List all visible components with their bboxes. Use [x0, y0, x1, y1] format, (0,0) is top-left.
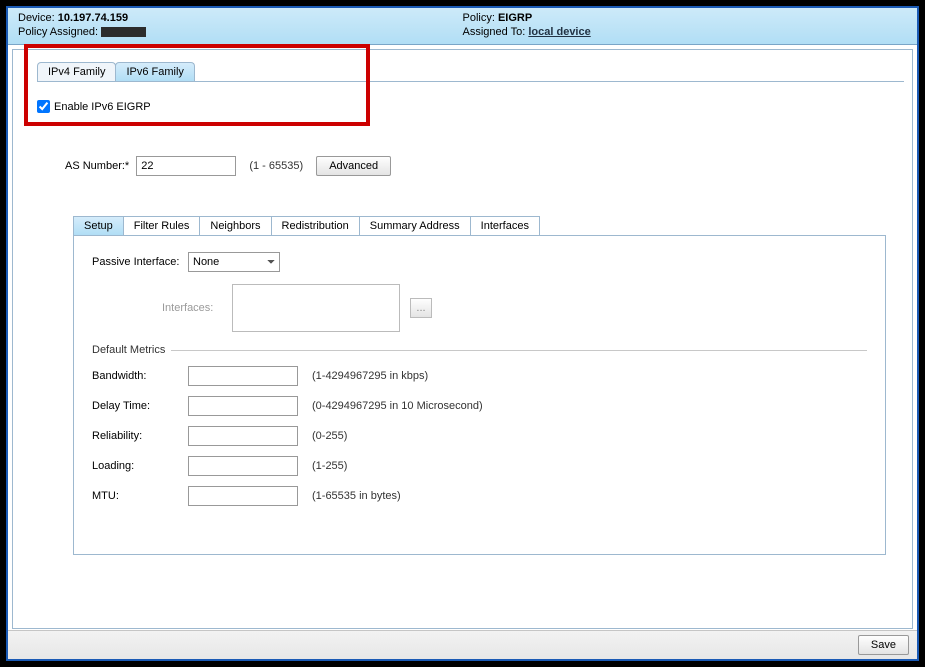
- bandwidth-label: Bandwidth:: [92, 370, 188, 382]
- header-right: Policy: EIGRP Assigned To: local device: [463, 12, 908, 40]
- footer-bar: Save: [8, 630, 917, 659]
- reliability-row: Reliability: (0-255): [92, 426, 867, 446]
- loading-input[interactable]: [188, 456, 298, 476]
- mtu-row: MTU: (1-65535 in bytes): [92, 486, 867, 506]
- tab-interfaces[interactable]: Interfaces: [470, 216, 540, 235]
- tab-ipv4-family[interactable]: IPv4 Family: [37, 62, 116, 81]
- enable-ipv6-checkbox[interactable]: [37, 100, 50, 113]
- tab-filter-rules[interactable]: Filter Rules: [123, 216, 201, 235]
- reliability-label: Reliability:: [92, 430, 188, 442]
- save-button[interactable]: Save: [858, 635, 909, 655]
- reliability-input[interactable]: [188, 426, 298, 446]
- policy-assigned-value-obscured: [101, 27, 146, 37]
- reliability-hint: (0-255): [312, 430, 347, 442]
- main-scroll-area[interactable]: IPv4 Family IPv6 Family Enable IPv6 EIGR…: [8, 45, 917, 630]
- tab-summary-address[interactable]: Summary Address: [359, 216, 471, 235]
- device-value: 10.197.74.159: [58, 12, 128, 24]
- tab-neighbors[interactable]: Neighbors: [199, 216, 271, 235]
- as-number-input[interactable]: [136, 156, 236, 176]
- sub-tabstrip: Setup Filter Rules Neighbors Redistribut…: [73, 216, 912, 235]
- bandwidth-hint: (1-4294967295 in kbps): [312, 370, 428, 382]
- bandwidth-row: Bandwidth: (1-4294967295 in kbps): [92, 366, 867, 386]
- default-metrics-title: Default Metrics: [92, 344, 165, 356]
- as-number-row: AS Number:* (1 - 65535) Advanced: [65, 156, 912, 176]
- default-metrics-header: Default Metrics: [92, 344, 867, 356]
- policy-label: Policy:: [463, 12, 495, 24]
- loading-hint: (1-255): [312, 460, 347, 472]
- passive-interface-select[interactable]: None: [188, 252, 280, 272]
- delay-row: Delay Time: (0-4294967295 in 10 Microsec…: [92, 396, 867, 416]
- app-frame: Device: 10.197.74.159 Policy Assigned: P…: [6, 6, 919, 661]
- loading-row: Loading: (1-255): [92, 456, 867, 476]
- passive-interface-row: Passive Interface: None: [92, 252, 867, 272]
- tab-ipv6-family[interactable]: IPv6 Family: [115, 62, 194, 81]
- passive-interface-label: Passive Interface:: [92, 256, 188, 268]
- as-number-range: (1 - 65535): [249, 160, 303, 172]
- content-panel: IPv4 Family IPv6 Family Enable IPv6 EIGR…: [12, 49, 913, 629]
- mtu-input[interactable]: [188, 486, 298, 506]
- interfaces-listbox: [232, 284, 400, 332]
- delay-input[interactable]: [188, 396, 298, 416]
- enable-ipv6-label[interactable]: Enable IPv6 EIGRP: [37, 100, 151, 113]
- family-tabstrip: IPv4 Family IPv6 Family: [37, 62, 912, 81]
- header-left: Device: 10.197.74.159 Policy Assigned:: [18, 12, 463, 40]
- device-label: Device:: [18, 12, 55, 24]
- bandwidth-input[interactable]: [188, 366, 298, 386]
- enable-ipv6-row: Enable IPv6 EIGRP: [37, 100, 912, 116]
- default-metrics-rule: [171, 350, 867, 351]
- assigned-to-label: Assigned To:: [463, 26, 526, 38]
- loading-label: Loading:: [92, 460, 188, 472]
- tab-setup[interactable]: Setup: [73, 216, 124, 235]
- policy-assigned-label: Policy Assigned:: [18, 26, 98, 38]
- header-bar: Device: 10.197.74.159 Policy Assigned: P…: [8, 8, 917, 45]
- tab-redistribution[interactable]: Redistribution: [271, 216, 360, 235]
- interfaces-browse-button[interactable]: ...: [410, 298, 432, 318]
- tab-underline: [37, 81, 904, 82]
- policy-value: EIGRP: [498, 12, 532, 24]
- delay-hint: (0-4294967295 in 10 Microsecond): [312, 400, 483, 412]
- mtu-label: MTU:: [92, 490, 188, 502]
- delay-label: Delay Time:: [92, 400, 188, 412]
- enable-ipv6-text: Enable IPv6 EIGRP: [54, 101, 151, 113]
- interfaces-row: Interfaces: ...: [162, 284, 867, 332]
- advanced-button[interactable]: Advanced: [316, 156, 391, 176]
- mtu-hint: (1-65535 in bytes): [312, 490, 401, 502]
- as-number-label: AS Number:*: [65, 160, 129, 172]
- setup-panel: Passive Interface: None Interfaces: ... …: [73, 235, 886, 555]
- assigned-to-link[interactable]: local device: [528, 26, 590, 38]
- interfaces-label: Interfaces:: [162, 302, 232, 314]
